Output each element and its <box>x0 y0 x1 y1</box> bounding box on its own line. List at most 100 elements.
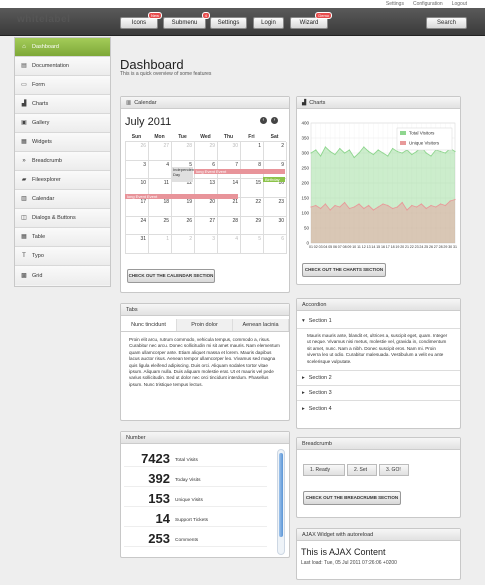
accordion-section-1[interactable]: ▾ Section 1 <box>297 314 460 329</box>
calendar-day[interactable]: 26 <box>172 216 195 236</box>
calendar-day[interactable]: 21 <box>218 198 241 217</box>
x-tick-label: 25 <box>424 245 428 249</box>
calendar-day[interactable]: 2 <box>264 142 287 161</box>
sidebar-item-fileexplorer[interactable]: ▰ Fileexplorer <box>15 171 110 190</box>
calendar-day[interactable]: 1 <box>241 142 264 161</box>
calendar-day[interactable]: 1 <box>149 235 172 255</box>
nav-submenu-button[interactable]: Submenu 4 <box>163 12 210 29</box>
calendar-day[interactable]: 15 <box>241 179 264 199</box>
sidebar-item-typo[interactable]: T Typo <box>15 247 110 266</box>
calendar-prev-button[interactable]: ‹ <box>260 117 267 124</box>
sidebar-item-breadcrumb[interactable]: » Breadcrumb <box>15 152 110 171</box>
breadcrumb-step-ready[interactable]: 1. Ready <box>303 464 345 476</box>
data-point <box>310 152 312 154</box>
calendar-day[interactable]: 19 <box>172 198 195 217</box>
data-point <box>358 203 360 205</box>
number-list: 7423 Total Visits 392 Today Visits 153 Uniq… <box>121 444 289 547</box>
sidebar-item-gallery[interactable]: ▣ Gallery <box>15 114 110 133</box>
x-tick-label: 06 <box>333 245 337 249</box>
calendar-day[interactable]: 3 <box>126 160 149 180</box>
calendar-day[interactable]: 31 <box>126 235 149 255</box>
accordion-section-4[interactable]: ▸ Section 4 <box>297 401 460 416</box>
form-icon: ▭ <box>21 82 27 88</box>
calendar-day[interactable]: 16 <box>264 179 287 199</box>
charts-section-button[interactable]: CHECK OUT THE CHARTS SECTION <box>302 263 386 277</box>
weekday: Thu <box>223 134 234 140</box>
accordion-section-2[interactable]: ▸ Section 2 <box>297 371 460 387</box>
calendar-day[interactable]: 20 <box>195 198 218 217</box>
sidebar-item-dashboard[interactable]: ⌂ Dashboard <box>15 38 110 57</box>
sidebar-item-documentation[interactable]: ▤ Documentation <box>15 57 110 76</box>
logo: whitelabel <box>17 14 71 25</box>
sidebar-item-charts[interactable]: ▟ Charts <box>15 95 110 114</box>
breadcrumb-step-go[interactable]: 3. GO! <box>379 464 409 476</box>
sidebar-item-label: Charts <box>32 101 49 107</box>
top-links: Settings Configuration Logout <box>386 1 467 7</box>
calendar-day[interactable]: 5 <box>241 235 264 255</box>
nav-wizard-button[interactable]: Wizard Demo <box>290 12 332 29</box>
calendar-day[interactable]: 3 <box>195 235 218 255</box>
nav-icons-button[interactable]: Icons New <box>120 12 162 29</box>
calendar-day[interactable]: 18 <box>149 198 172 217</box>
calendar-day[interactable]: 27 <box>149 142 172 161</box>
sidebar-item-form[interactable]: ▭ Form <box>15 76 110 95</box>
calendar-day[interactable]: 28 <box>172 142 195 161</box>
calendar-day[interactable]: 29 <box>195 142 218 161</box>
calendar-event[interactable]: long Event Event <box>125 194 238 199</box>
calendar-day[interactable]: 30 <box>264 216 287 236</box>
calendar-day[interactable]: 22 <box>241 198 264 217</box>
settings-link[interactable]: Settings <box>386 1 404 7</box>
sidebar-item-widgets[interactable]: ▦ Widgets <box>15 133 110 152</box>
calendar-event[interactable]: Independence Day <box>171 167 198 182</box>
data-point <box>368 204 370 207</box>
nav-login-button[interactable]: Login <box>253 17 284 29</box>
x-tick-label: 18 <box>391 245 395 249</box>
calendar-day[interactable]: 4 <box>218 235 241 255</box>
breadcrumb-section-button[interactable]: CHECK OUT THE BREADCRUMB SECTION <box>303 491 401 505</box>
sidebar-item-table[interactable]: ▦ Table <box>15 228 110 247</box>
sidebar-item-dialogs[interactable]: ◫ Dialogs & Buttons <box>15 209 110 228</box>
calendar-day[interactable]: 26 <box>126 142 149 161</box>
accordion-panel-header: Accordion <box>297 299 460 311</box>
calendar-day[interactable]: 25 <box>149 216 172 236</box>
data-point <box>339 206 341 208</box>
data-point <box>310 206 312 208</box>
search-button[interactable]: Search <box>426 17 467 29</box>
calendar-next-button[interactable]: › <box>271 117 278 124</box>
calendar-day[interactable]: 29 <box>241 216 264 236</box>
number-scrollbar[interactable] <box>277 449 285 555</box>
calendar-day[interactable]: 24 <box>126 216 149 236</box>
calendar-event[interactable]: long Event Event <box>194 169 285 174</box>
data-point <box>353 156 355 159</box>
data-point <box>392 207 394 210</box>
nav-settings-button[interactable]: Settings <box>210 17 247 29</box>
gallery-icon: ▣ <box>21 120 27 126</box>
number-value: 7423 <box>141 451 170 466</box>
sidebar-item-grid[interactable]: ▩ Grid <box>15 266 110 285</box>
logout-link[interactable]: Logout <box>452 1 467 7</box>
tab-nunc-tincidunt[interactable]: Nunc tincidunt <box>121 319 177 331</box>
accordion-section-label: Section 1 <box>308 318 332 324</box>
tab-proin-dolor[interactable]: Proin dolor <box>177 319 233 331</box>
calendar-day[interactable]: 28 <box>218 216 241 236</box>
x-tick-label: 21 <box>405 245 409 249</box>
calendar-day[interactable]: 2 <box>172 235 195 255</box>
configuration-link[interactable]: Configuration <box>413 1 443 7</box>
calendar-section-button[interactable]: CHECK OUT THE CALENDAR SECTION <box>127 269 215 283</box>
x-tick-label: 15 <box>376 245 380 249</box>
breadcrumb-step-set[interactable]: 2. Set <box>347 464 377 476</box>
ajax-panel: AJAX Widget with autoreload This is AJAX… <box>296 528 461 580</box>
calendar-day[interactable]: 27 <box>195 216 218 236</box>
data-point <box>353 206 355 208</box>
tab-aenean-lacinia[interactable]: Aenean lacinia <box>233 319 289 331</box>
accordion-section-3[interactable]: ▸ Section 3 <box>297 386 460 402</box>
calendar-day[interactable]: 30 <box>218 142 241 161</box>
calendar-day[interactable]: 23 <box>264 198 287 217</box>
sidebar-item-calendar[interactable]: ▥ Calendar <box>15 190 110 209</box>
calendar-day[interactable]: 17 <box>126 198 149 217</box>
calendar-day[interactable]: 6 <box>264 235 287 255</box>
scrollbar-thumb[interactable] <box>279 453 283 537</box>
data-point <box>387 155 389 157</box>
calendar-day[interactable]: 4 <box>149 160 172 180</box>
calendar-event[interactable]: Birthday <box>263 177 285 182</box>
